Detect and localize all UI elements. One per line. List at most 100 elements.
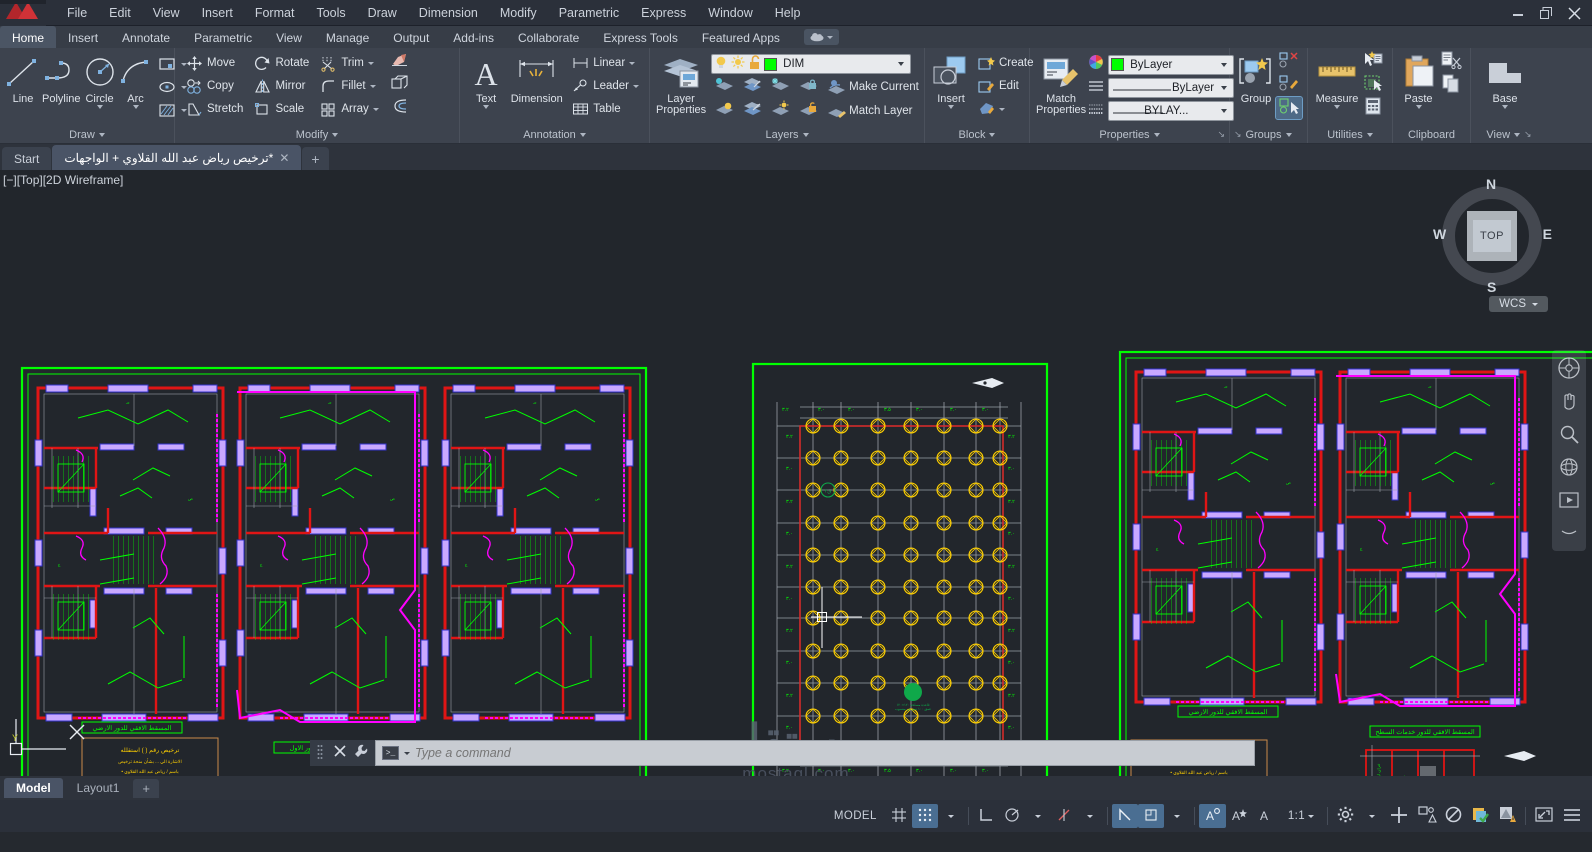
paste-button[interactable]: Paste: [1399, 51, 1438, 109]
menu-item-modify[interactable]: Modify: [489, 2, 548, 24]
chevron-down-icon[interactable]: [367, 61, 374, 65]
copy-button[interactable]: Copy: [181, 75, 247, 97]
showmotion-icon[interactable]: [1556, 488, 1582, 512]
tab-home[interactable]: Home: [0, 26, 57, 48]
polar-dropdown[interactable]: [1025, 804, 1051, 828]
lineweight-dropdown[interactable]: [1164, 804, 1190, 828]
tab-insert[interactable]: Insert: [56, 26, 110, 48]
menu-item-dimension[interactable]: Dimension: [408, 2, 489, 24]
close-icon[interactable]: [1560, 0, 1588, 26]
panel-title-view[interactable]: View ↘: [1473, 126, 1545, 143]
properties-dialog-launcher[interactable]: ↘: [1217, 129, 1225, 140]
full-navigation-wheel-icon[interactable]: [1556, 356, 1582, 380]
insert-block-button[interactable]: Insert: [931, 51, 971, 109]
snap-dropdown[interactable]: [938, 804, 964, 828]
customization-button[interactable]: [1558, 804, 1586, 828]
chevron-down-icon[interactable]: [894, 62, 908, 66]
lineweight-status-button[interactable]: [1137, 804, 1164, 828]
pan-icon[interactable]: [1556, 389, 1582, 413]
text-button[interactable]: A Text: [466, 51, 506, 109]
autocad-logo-icon[interactable]: [0, 0, 46, 26]
panel-title-draw[interactable]: Draw: [2, 126, 172, 143]
command-input-wrapper[interactable]: >_: [375, 740, 1255, 766]
grid-display-button[interactable]: [886, 804, 912, 828]
ortho-mode-button[interactable]: [973, 804, 999, 828]
chevron-down-icon[interactable]: [1173, 814, 1180, 818]
chevron-down-icon[interactable]: [1334, 105, 1340, 109]
minimize-icon[interactable]: [1504, 0, 1532, 26]
ungroup-button[interactable]: [1276, 51, 1302, 73]
base-view-button[interactable]: Base: [1477, 51, 1533, 109]
polyline-button[interactable]: Polyline: [42, 51, 81, 105]
viewport-controls-label[interactable]: [−]: [3, 173, 17, 187]
tab-annotate[interactable]: Annotate: [110, 26, 182, 48]
annotation-visibility-button[interactable]: A: [1198, 804, 1226, 828]
tab-layout1[interactable]: Layout1: [65, 778, 132, 798]
tab-output[interactable]: Output: [381, 26, 441, 48]
panel-title-layers[interactable]: Layers: [652, 126, 922, 143]
menu-item-window[interactable]: Window: [697, 2, 763, 24]
layer-on-button[interactable]: [711, 100, 737, 122]
isolate-objects-button[interactable]: [1413, 804, 1440, 828]
trim-button[interactable]: Trim: [315, 52, 382, 74]
chevron-down-icon[interactable]: [802, 132, 809, 137]
panel-title-utilities[interactable]: Utilities: [1310, 126, 1390, 143]
lineweight-combo[interactable]: BYLAY...: [1108, 101, 1235, 121]
tab-parametric[interactable]: Parametric: [182, 26, 264, 48]
group-edit-button[interactable]: [1276, 74, 1302, 96]
navbar-menu-icon[interactable]: [1556, 521, 1582, 545]
group-selection-on-button[interactable]: [1275, 96, 1303, 120]
polar-tracking-button[interactable]: [999, 804, 1025, 828]
command-input[interactable]: [415, 746, 1248, 760]
view-cube[interactable]: TOP N S W E: [1433, 176, 1552, 295]
quick-select-button[interactable]: [1360, 50, 1386, 73]
layer-unlock-button[interactable]: [795, 100, 821, 122]
menu-item-format[interactable]: Format: [244, 2, 306, 24]
chevron-down-icon[interactable]: [633, 84, 639, 88]
chevron-down-icon[interactable]: [1034, 814, 1041, 818]
object-snap-button[interactable]: [1111, 804, 1138, 828]
chevron-down-icon[interactable]: [1086, 814, 1093, 818]
new-layout-button[interactable]: +: [133, 778, 159, 798]
layer-lock-button[interactable]: [795, 76, 821, 98]
make-current-button[interactable]: Make Current: [823, 76, 923, 98]
menu-item-express[interactable]: Express: [630, 2, 697, 24]
layer-unisolate-button[interactable]: [739, 100, 765, 122]
tab-model[interactable]: Model: [4, 778, 63, 798]
navigation-bar[interactable]: [1552, 350, 1586, 551]
osnap-track-dropdown[interactable]: [1077, 804, 1103, 828]
rotate-button[interactable]: Rotate: [249, 52, 313, 74]
current-layer-combo[interactable]: DIM: [711, 54, 912, 74]
snap-mode-button[interactable]: [911, 804, 938, 828]
array-button[interactable]: Array: [315, 98, 382, 120]
line-button[interactable]: Line: [6, 51, 40, 105]
graphics-performance-button[interactable]: [1440, 804, 1467, 828]
color-wheel-icon[interactable]: [1088, 54, 1104, 75]
layer-properties-button[interactable]: Layer Properties: [656, 51, 706, 116]
layer-isolate-button[interactable]: [739, 76, 765, 98]
cloud-sync-button[interactable]: [803, 29, 839, 45]
tab-add-ins[interactable]: Add-ins: [441, 26, 506, 48]
menu-item-view[interactable]: View: [142, 2, 191, 24]
annotation-scale-value[interactable]: 1:1: [1279, 804, 1323, 828]
viewport-view-label[interactable]: [Top]: [17, 173, 43, 187]
chevron-down-icon[interactable]: [999, 107, 1005, 111]
chevron-down-icon[interactable]: [629, 61, 636, 65]
block-attribute-button[interactable]: [973, 98, 1038, 120]
autoscale-button[interactable]: A: [1226, 804, 1253, 828]
copy-clip-button[interactable]: [1438, 74, 1464, 96]
table-button[interactable]: Table: [567, 98, 643, 120]
unlock-icon[interactable]: [748, 55, 761, 73]
panel-title-properties[interactable]: Properties ↘: [1032, 126, 1227, 143]
chevron-down-icon[interactable]: [1308, 814, 1314, 818]
menu-item-file[interactable]: File: [56, 2, 98, 24]
wrench-icon[interactable]: [354, 744, 368, 763]
command-line-grip[interactable]: [317, 743, 326, 763]
chevron-down-icon[interactable]: [1532, 302, 1538, 306]
chevron-down-icon[interactable]: [372, 107, 379, 111]
close-icon[interactable]: [334, 744, 346, 762]
view-cube-south[interactable]: S: [1487, 279, 1496, 295]
linetype-combo[interactable]: ByLayer: [1108, 78, 1235, 98]
drawing-canvas[interactable]: [−][Top][2D Wireframe] حـ ص ع المسقط الا…: [0, 170, 1592, 776]
tab-manage[interactable]: Manage: [314, 26, 381, 48]
